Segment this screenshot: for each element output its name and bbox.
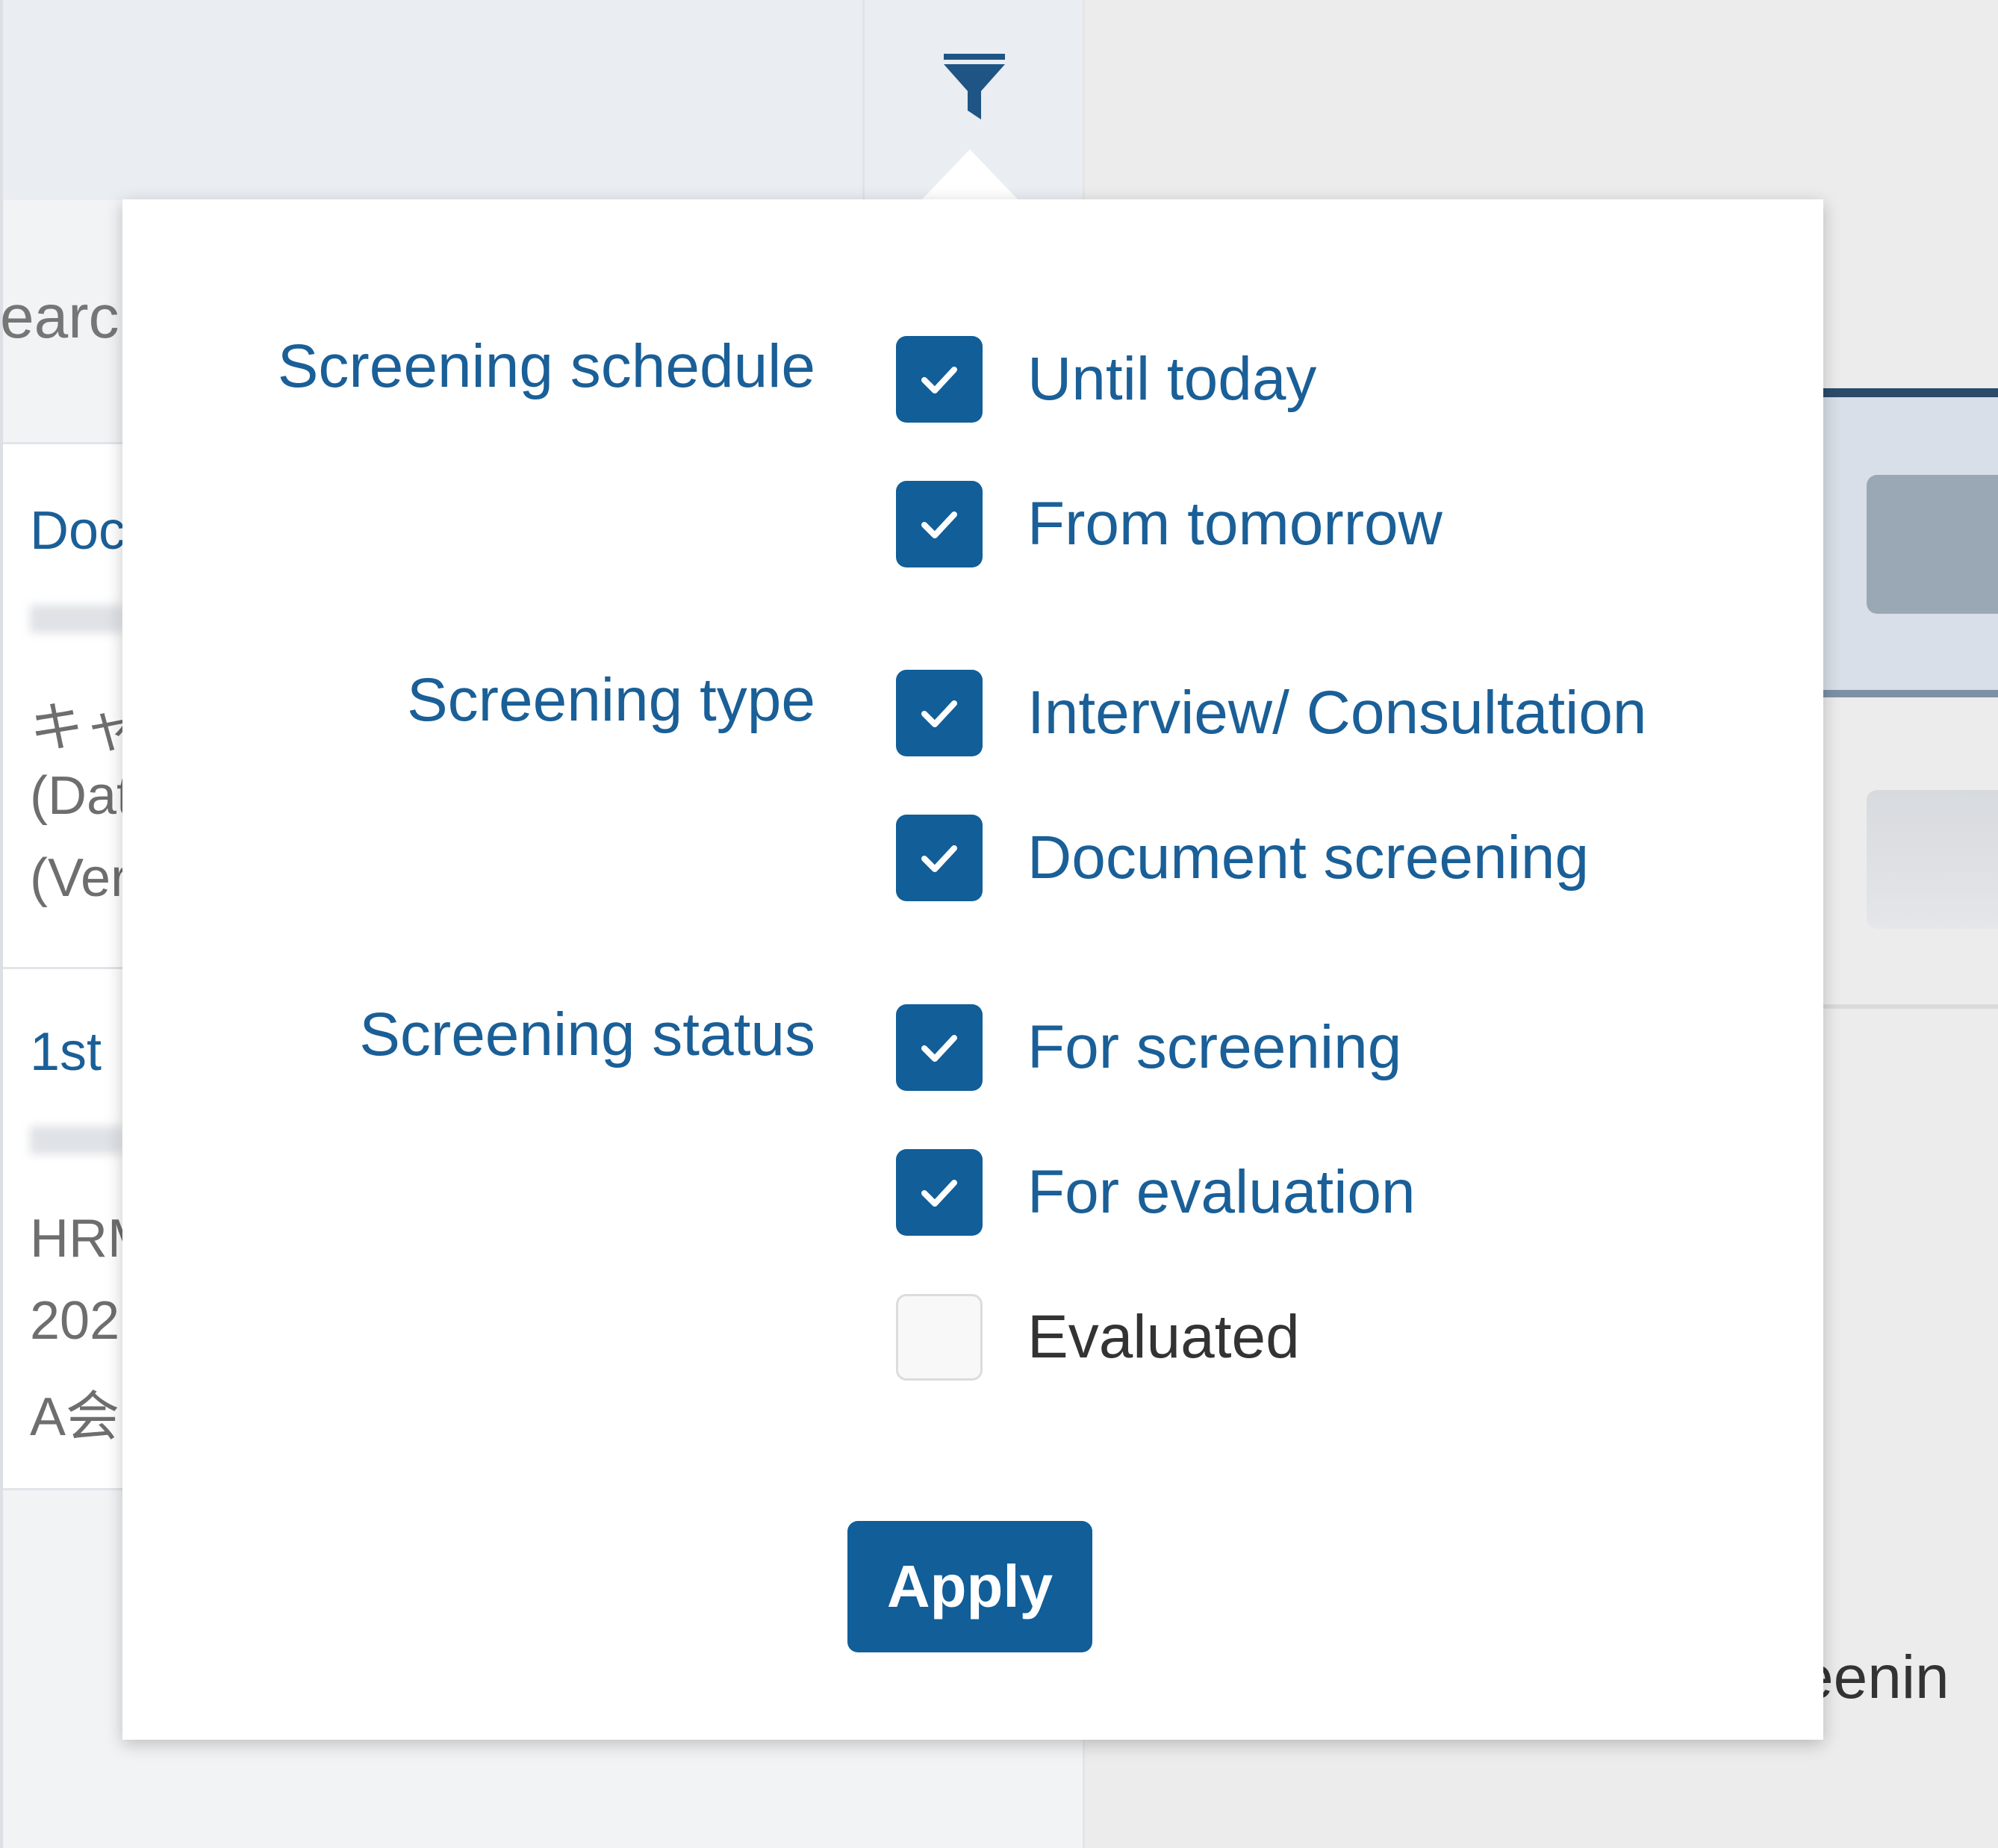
detail-button-fragment[interactable] [1867, 790, 1998, 929]
card-title[interactable]: 1st [30, 1021, 102, 1083]
filter-option[interactable]: Document screening [896, 815, 1589, 901]
filter-option[interactable]: Interview/ Consultation [896, 670, 1647, 756]
checkbox-checked[interactable] [896, 336, 983, 423]
checkmark-icon [921, 1180, 957, 1207]
card-text-line: (Dat [30, 766, 132, 826]
card-text-line: A会 [30, 1387, 120, 1447]
filter-option[interactable]: For screening [896, 1004, 1401, 1091]
popover-arrow [921, 149, 1018, 200]
search-label-fragment: earcl [0, 283, 133, 351]
filter-option-label[interactable]: For evaluation [1027, 1157, 1416, 1228]
checkmark-icon [921, 700, 957, 727]
blurred-name [30, 605, 123, 633]
filter-option-label[interactable]: For screening [1027, 1012, 1401, 1083]
checkbox-unchecked[interactable] [896, 1294, 983, 1381]
checkmark-icon [921, 845, 957, 872]
filter-option-label[interactable]: Document screening [1027, 823, 1589, 893]
divider [1822, 1004, 1998, 1009]
filter-group-label-screening-type: Screening type [406, 666, 815, 734]
filter-option[interactable]: Evaluated [896, 1294, 1300, 1381]
filter-group-label-screening-schedule: Screening schedule [277, 332, 815, 400]
checkbox-checked[interactable] [896, 815, 983, 901]
card-text-line: (Ver [30, 848, 129, 908]
filter-button[interactable] [942, 52, 1006, 121]
detail-button-fragment[interactable] [1867, 475, 1998, 614]
top-toolbar [0, 0, 1083, 200]
checkbox-checked[interactable] [896, 1004, 983, 1091]
toolbar-divider [862, 0, 865, 200]
filter-option-label[interactable]: From tomorrow [1027, 489, 1443, 559]
checkbox-checked[interactable] [896, 481, 983, 567]
filter-option[interactable]: For evaluation [896, 1149, 1416, 1236]
card-text-line: 202 [30, 1291, 120, 1351]
checkmark-icon [921, 367, 957, 393]
checkmark-icon [921, 1035, 957, 1062]
card-title[interactable]: Doc [30, 500, 125, 561]
filter-option[interactable]: From tomorrow [896, 481, 1443, 567]
checkbox-checked[interactable] [896, 670, 983, 756]
checkbox-checked[interactable] [896, 1149, 983, 1236]
card-text-line: キャ [30, 698, 138, 758]
filter-group-label-screening-status: Screening status [359, 1001, 815, 1068]
filter-option-label[interactable]: Interview/ Consultation [1027, 678, 1647, 748]
blurred-name [30, 1126, 123, 1154]
tab-underline [1822, 388, 1998, 397]
filter-option-label[interactable]: Evaluated [1027, 1302, 1300, 1372]
filter-option[interactable]: Until today [896, 336, 1316, 423]
filter-option-label[interactable]: Until today [1027, 344, 1316, 414]
filter-popover: Screening schedule Until today From tomorr… [122, 199, 1823, 1740]
filter-funnel-icon [944, 54, 1005, 119]
apply-button[interactable]: Apply [847, 1521, 1092, 1652]
checkmark-icon [921, 511, 957, 538]
